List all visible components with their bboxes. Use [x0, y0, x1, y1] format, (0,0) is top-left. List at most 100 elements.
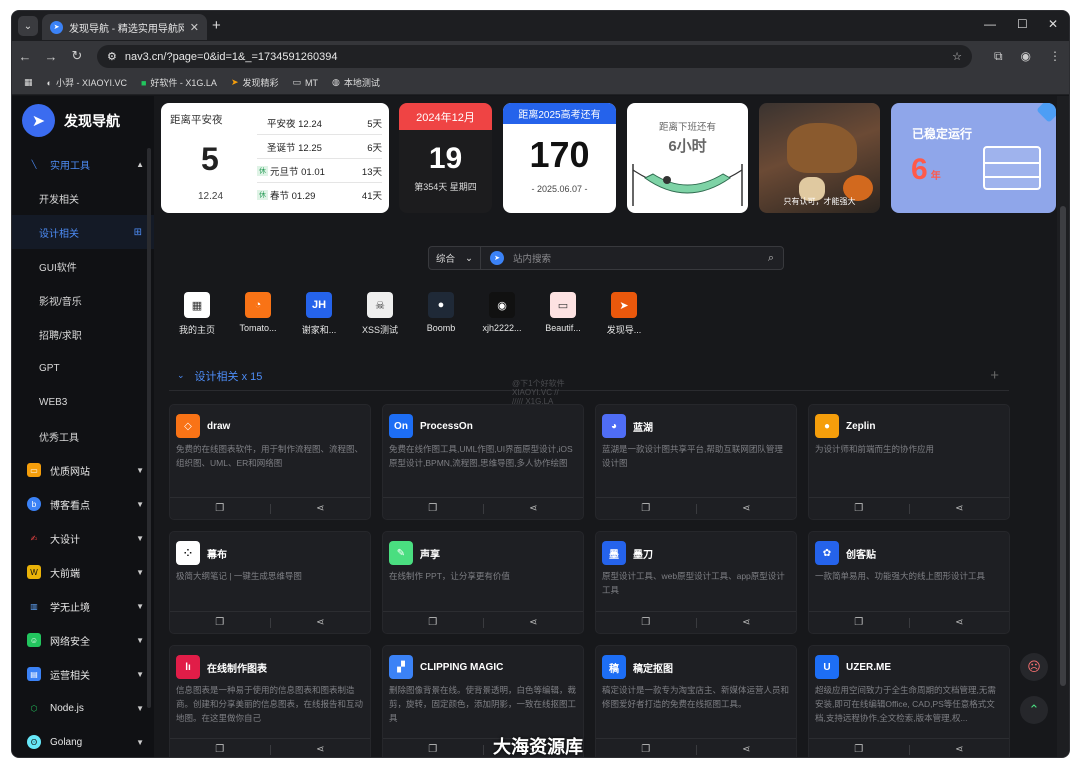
site-card[interactable]: ✿ 创客贴 一款简单易用、功能强大的线上图形设计工具 ❐ ⋖	[808, 531, 1010, 634]
bookmark-folder[interactable]: ▭ MT	[293, 77, 319, 88]
share-icon[interactable]: ⋖	[697, 744, 797, 755]
share-icon[interactable]: ⋖	[910, 744, 1010, 755]
reload-icon[interactable]: ↻	[64, 48, 90, 64]
add-icon[interactable]: +	[990, 367, 999, 384]
sidebar-sub-media[interactable]: 影视/音乐	[12, 283, 154, 317]
forward-icon[interactable]: →	[38, 49, 64, 64]
quick-link[interactable]: ◔ Tomato...	[232, 292, 284, 333]
copy-icon[interactable]: ❐	[383, 744, 483, 755]
sidebar-scrollbar[interactable]	[147, 148, 151, 708]
sidebar-item-operations[interactable]: ▤ 运营相关 ▼	[12, 657, 154, 691]
sidebar-category-tools[interactable]: ╲ 实用工具 ▲	[12, 147, 154, 181]
bookmark-item[interactable]: ➤ 发现精彩	[231, 76, 279, 89]
copy-icon[interactable]: ❐	[809, 744, 909, 755]
page-scrollbar[interactable]	[1057, 96, 1069, 757]
site-card[interactable]: ⁘ 幕布 极简大纲笔记 | 一键生成思维导图 ❐ ⋖	[169, 531, 371, 634]
sidebar-item-golang[interactable]: ʘ Golang ▼	[12, 725, 154, 757]
collapse-chevron-icon[interactable]: ⌄	[177, 370, 185, 381]
site-card[interactable]: ◇ draw 免费的在线图表软件，用于制作流程图、流程图、组织图、UML、ER和网络…	[169, 404, 371, 520]
site-info-icon[interactable]: ⚙	[107, 50, 117, 63]
site-card[interactable]: ◕ 蓝湖 蓝湖是一款设计图共享平台,帮助互联网团队管理设计图 ❐ ⋖	[595, 404, 797, 520]
holiday-row: 平安夜 12.24 5天	[257, 111, 382, 135]
site-card[interactable]: 稿稿定抠图 稿定设计是一款专为淘宝店主、新媒体运营人员和修图爱好者打造的免费在线抠…	[595, 645, 797, 757]
share-icon[interactable]: ⋖	[271, 503, 371, 514]
bookmark-item[interactable]: ◍ 本地测试	[332, 76, 380, 89]
share-icon[interactable]: ⋖	[484, 503, 584, 514]
site-card[interactable]: 墨墨刀 原型设计工具、web原型设计工具、app原型设计工具 ❐ ⋖	[595, 531, 797, 634]
photo-card[interactable]: 只有认可，才能强大	[759, 103, 880, 213]
copy-icon[interactable]: ❐	[383, 503, 483, 514]
site-description: 在线制作 PPT，让分享更有价值	[389, 571, 510, 581]
quick-link[interactable]: ◉ xjh2222...	[476, 292, 528, 333]
copy-icon[interactable]: ❐	[809, 617, 909, 628]
sidebar-sub-web3[interactable]: WEB3	[12, 385, 154, 419]
quick-link[interactable]: ☠ XSS测试	[354, 292, 406, 336]
quick-link[interactable]: ● Boomb	[415, 292, 467, 333]
sidebar-item-security[interactable]: ☺ 网络安全 ▼	[12, 623, 154, 657]
share-icon[interactable]: ⋖	[910, 617, 1010, 628]
site-logo[interactable]: ➤ 发现导航	[22, 104, 120, 137]
quick-link[interactable]: JH 谢家和...	[293, 292, 345, 336]
share-icon[interactable]: ⋖	[271, 617, 371, 628]
profile-icon[interactable]: ◉	[1021, 49, 1031, 64]
address-bar[interactable]: ⚙ nav3.cn/?page=0&id=1&_=1734591260394 ☆	[97, 45, 972, 68]
engine-icon[interactable]: ➤	[490, 251, 504, 265]
search-input[interactable]: 站内搜索	[513, 251, 768, 265]
copy-icon[interactable]: ❐	[596, 503, 696, 514]
new-tab-button[interactable]: +	[212, 17, 221, 34]
sidebar-sub-gpt[interactable]: GPT	[12, 351, 154, 385]
sidebar-sub-dev[interactable]: 开发相关	[12, 181, 154, 215]
close-tab-icon[interactable]: ✕	[190, 21, 199, 34]
sidebar-sub-design[interactable]: 设计相关 ⊞	[12, 215, 154, 249]
menu-icon[interactable]: ⋮	[1049, 49, 1061, 64]
copy-icon[interactable]: ❐	[170, 503, 270, 514]
share-icon[interactable]: ⋖	[484, 617, 584, 628]
copy-icon[interactable]: ❐	[383, 617, 483, 628]
quick-link[interactable]: ▦ 我的主页	[171, 292, 223, 336]
search-icon[interactable]: ⌕	[768, 252, 774, 265]
feedback-face-icon[interactable]: ☹	[1020, 653, 1048, 681]
search-scope-select[interactable]: 综合 ⌄	[429, 247, 481, 269]
site-card[interactable]: U UZER.ME 超级应用空间致力于全生命周期的文档管理,无需安装,即可在线编辑O…	[808, 645, 1010, 757]
site-description: 稿定设计是一款专为淘宝店主、新媒体运营人员和修图爱好者打造的免费在线抠图工具。	[602, 685, 790, 709]
sidebar-sub-tools[interactable]: 优秀工具	[12, 419, 154, 453]
back-to-top-icon[interactable]: ⌃	[1020, 696, 1048, 724]
site-card[interactable]: lı 在线制作图表 信息图表是一种易于使用的信息图表和图表制造商。创建和分享美丽的信…	[169, 645, 371, 757]
quick-link[interactable]: ➤ 发现导...	[598, 292, 650, 336]
back-icon[interactable]: ←	[12, 49, 38, 64]
holiday-countdown-card: 距离平安夜 5 12.24 平安夜 12.24 5天 圣诞节 12.25 6天 休元…	[161, 103, 389, 213]
share-icon[interactable]: ⋖	[271, 744, 371, 755]
apps-icon[interactable]: ▦	[24, 77, 33, 88]
site-card[interactable]: ● Zeplin 为设计师和前端而生的协作应用 ❐ ⋖	[808, 404, 1010, 520]
extensions-icon[interactable]: ⧉	[994, 49, 1003, 64]
copy-icon[interactable]: ❐	[596, 744, 696, 755]
tab-search-icon[interactable]: ⌄	[18, 16, 38, 36]
sidebar-sub-gui[interactable]: GUI软件	[12, 249, 154, 283]
share-icon[interactable]: ⋖	[910, 503, 1010, 514]
site-card[interactable]: ✎ 声享 在线制作 PPT，让分享更有价值 ❐ ⋖	[382, 531, 584, 634]
sidebar-sub-jobs[interactable]: 招聘/求职	[12, 317, 154, 351]
share-icon[interactable]: ⋖	[697, 503, 797, 514]
quick-link[interactable]: ▭ Beautif...	[537, 292, 589, 333]
site-card[interactable]: On ProcessOn 免费在线作图工具,UML作图,UI界面原型设计,iOS原型…	[382, 404, 584, 520]
copy-icon[interactable]: ❐	[170, 744, 270, 755]
sidebar-item-blog[interactable]: b 博客看点 ▼	[12, 487, 154, 521]
site-name: 蓝湖	[633, 422, 653, 434]
sidebar-item-learning[interactable]: ▥ 学无止境 ▼	[12, 589, 154, 623]
sidebar-item-frontend[interactable]: W 大前端 ▼	[12, 555, 154, 589]
minimize-icon[interactable]: —	[984, 17, 996, 31]
sidebar-item-nodejs[interactable]: ⬡ Node.js ▼	[12, 691, 154, 725]
bookmark-item[interactable]: ■ 好软件 - X1G.LA	[141, 76, 217, 89]
sidebar-item-design[interactable]: ✍ 大设计 ▼	[12, 521, 154, 555]
close-window-icon[interactable]: ✕	[1048, 17, 1058, 31]
active-tab[interactable]: ➤ 发现导航 - 精选实用导航网站 ✕	[42, 14, 207, 40]
bookmark-item[interactable]: ◐ 小羿 - XIAOYI.VC	[47, 76, 127, 89]
maximize-icon[interactable]: ☐	[1017, 17, 1028, 31]
copy-icon[interactable]: ❐	[596, 617, 696, 628]
bookmark-star-icon[interactable]: ☆	[952, 50, 962, 63]
copy-icon[interactable]: ❐	[809, 503, 909, 514]
scrollbar-thumb[interactable]	[1060, 206, 1066, 686]
share-icon[interactable]: ⋖	[697, 617, 797, 628]
copy-icon[interactable]: ❐	[170, 617, 270, 628]
sidebar-item-sites[interactable]: ▭ 优质网站 ▼	[12, 453, 154, 487]
